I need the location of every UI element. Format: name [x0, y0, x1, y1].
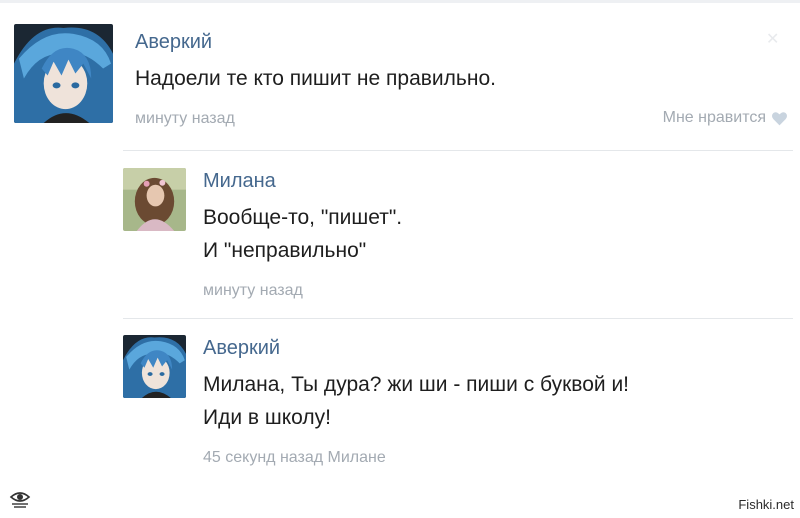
top-border — [0, 0, 800, 3]
watermark: Fishki.net — [738, 497, 794, 512]
comment-text-line-1: Милана, Ты дура? жи ши - пиши с буквой и… — [203, 373, 630, 396]
heart-icon — [772, 111, 787, 125]
girl-photo-avatar-icon — [123, 168, 186, 231]
like-button[interactable]: Мне нравится — [663, 109, 788, 127]
like-label: Мне нравится — [662, 109, 766, 126]
comment-text-line-2: И "неправильно" — [203, 239, 367, 262]
comment-time[interactable]: 45 секунд назад — [203, 449, 323, 466]
avatar[interactable] — [123, 168, 186, 231]
comment-text-line-1: Вообще-то, "пишет". — [203, 206, 403, 229]
comment-author[interactable]: Милана — [203, 170, 276, 193]
comment-author[interactable]: Аверкий — [203, 337, 280, 360]
anime-boy-avatar-icon — [14, 24, 113, 123]
reply-to-link[interactable]: Милане — [328, 449, 386, 466]
divider — [123, 150, 793, 151]
comment-time[interactable]: минуту назад — [135, 110, 235, 128]
comment-time[interactable]: минуту назад — [203, 282, 303, 300]
avatar[interactable] — [123, 335, 186, 398]
anime-boy-avatar-icon — [123, 335, 186, 398]
eye-icon — [9, 492, 31, 508]
comment-text-line-2: Иди в школу! — [203, 406, 331, 429]
comment-text: Надоели те кто пишит не правильно. — [135, 67, 496, 90]
delete-comment-icon[interactable]: ✕ — [766, 29, 779, 49]
avatar[interactable] — [14, 24, 113, 123]
comment-author[interactable]: Аверкий — [135, 31, 212, 54]
comment-meta: 45 секунд назад Милане — [203, 449, 386, 467]
divider — [123, 318, 793, 319]
